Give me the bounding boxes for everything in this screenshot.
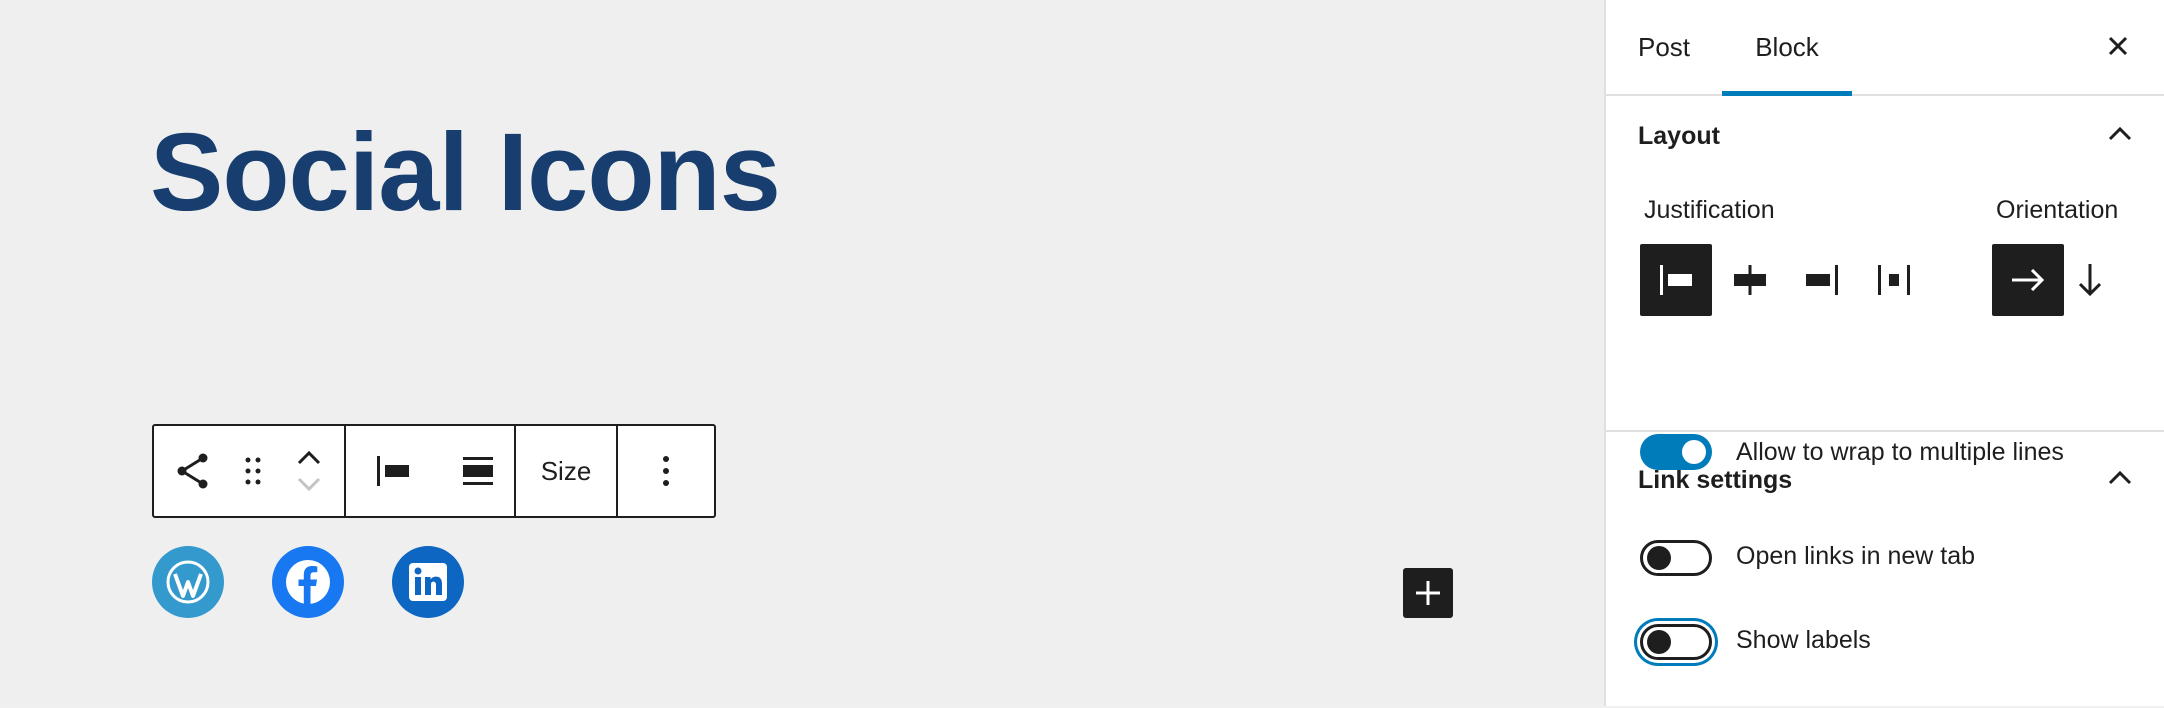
move-down-icon[interactable] — [296, 476, 322, 492]
layout-panel: Layout Justification Orientation Allow t… — [1606, 96, 2164, 470]
justify-left-icon — [1660, 265, 1692, 295]
new-tab-toggle-label: Open links in new tab — [1736, 542, 1976, 570]
chevron-up-icon[interactable] — [2100, 458, 2140, 498]
justify-center-button[interactable] — [1714, 244, 1786, 316]
linkedin-social-icon[interactable] — [392, 546, 464, 618]
justify-left-button[interactable] — [1640, 244, 1712, 316]
arrow-right-icon — [2012, 269, 2045, 291]
settings-sidebar: Post Block Layout Justification Orientat… — [1604, 0, 2164, 706]
toolbar-group-more — [618, 426, 714, 516]
show-labels-toggle-label: Show labels — [1736, 626, 1871, 654]
wordpress-social-icon[interactable] — [152, 546, 224, 618]
move-buttons — [274, 426, 344, 516]
toggle-knob — [1647, 546, 1671, 570]
toolbar-group-size: Size — [516, 426, 618, 516]
size-button-label: Size — [540, 455, 592, 486]
share-icon[interactable] — [154, 426, 232, 516]
close-icon[interactable] — [2098, 26, 2138, 66]
arrow-down-icon — [2079, 264, 2101, 297]
toolbar-group-alignment — [346, 426, 516, 516]
full-width-icon[interactable] — [442, 426, 514, 516]
justify-right-button[interactable] — [1786, 244, 1858, 316]
sidebar-tabs: Post Block — [1606, 0, 2164, 96]
justify-left-icon[interactable] — [346, 426, 442, 516]
facebook-social-icon[interactable] — [272, 546, 344, 618]
link-settings-panel: Link settings Open links in new tab Show… — [1606, 432, 2164, 708]
toggle-knob — [1647, 630, 1671, 654]
orientation-vertical-button[interactable] — [2062, 244, 2118, 316]
link-settings-title[interactable]: Link settings — [1638, 466, 1792, 495]
chevron-up-icon[interactable] — [2100, 114, 2140, 154]
justification-label: Justification — [1644, 196, 1775, 224]
space-between-button[interactable] — [1858, 244, 1930, 316]
plus-icon — [1416, 581, 1440, 605]
new-tab-toggle[interactable] — [1640, 540, 1712, 576]
justify-right-icon — [1806, 265, 1838, 295]
tab-block[interactable]: Block — [1722, 0, 1852, 96]
move-up-icon[interactable] — [296, 450, 322, 466]
orientation-label: Orientation — [1996, 196, 2119, 224]
justify-center-icon — [1734, 265, 1766, 295]
orientation-horizontal-button[interactable] — [1992, 244, 2064, 316]
tab-post[interactable]: Post — [1638, 0, 1690, 94]
drag-handle-icon[interactable] — [232, 426, 274, 516]
add-block-button[interactable] — [1403, 568, 1453, 618]
editor-canvas: Social Icons Size — [0, 0, 1604, 706]
show-labels-toggle[interactable] — [1640, 624, 1712, 660]
space-between-icon — [1878, 265, 1910, 295]
toolbar-group-block — [154, 426, 346, 516]
page-heading[interactable]: Social Icons — [150, 118, 781, 228]
block-toolbar: Size — [152, 424, 716, 518]
size-button[interactable]: Size — [516, 426, 616, 516]
more-options-icon[interactable] — [618, 426, 714, 516]
layout-panel-title[interactable]: Layout — [1638, 122, 1720, 151]
